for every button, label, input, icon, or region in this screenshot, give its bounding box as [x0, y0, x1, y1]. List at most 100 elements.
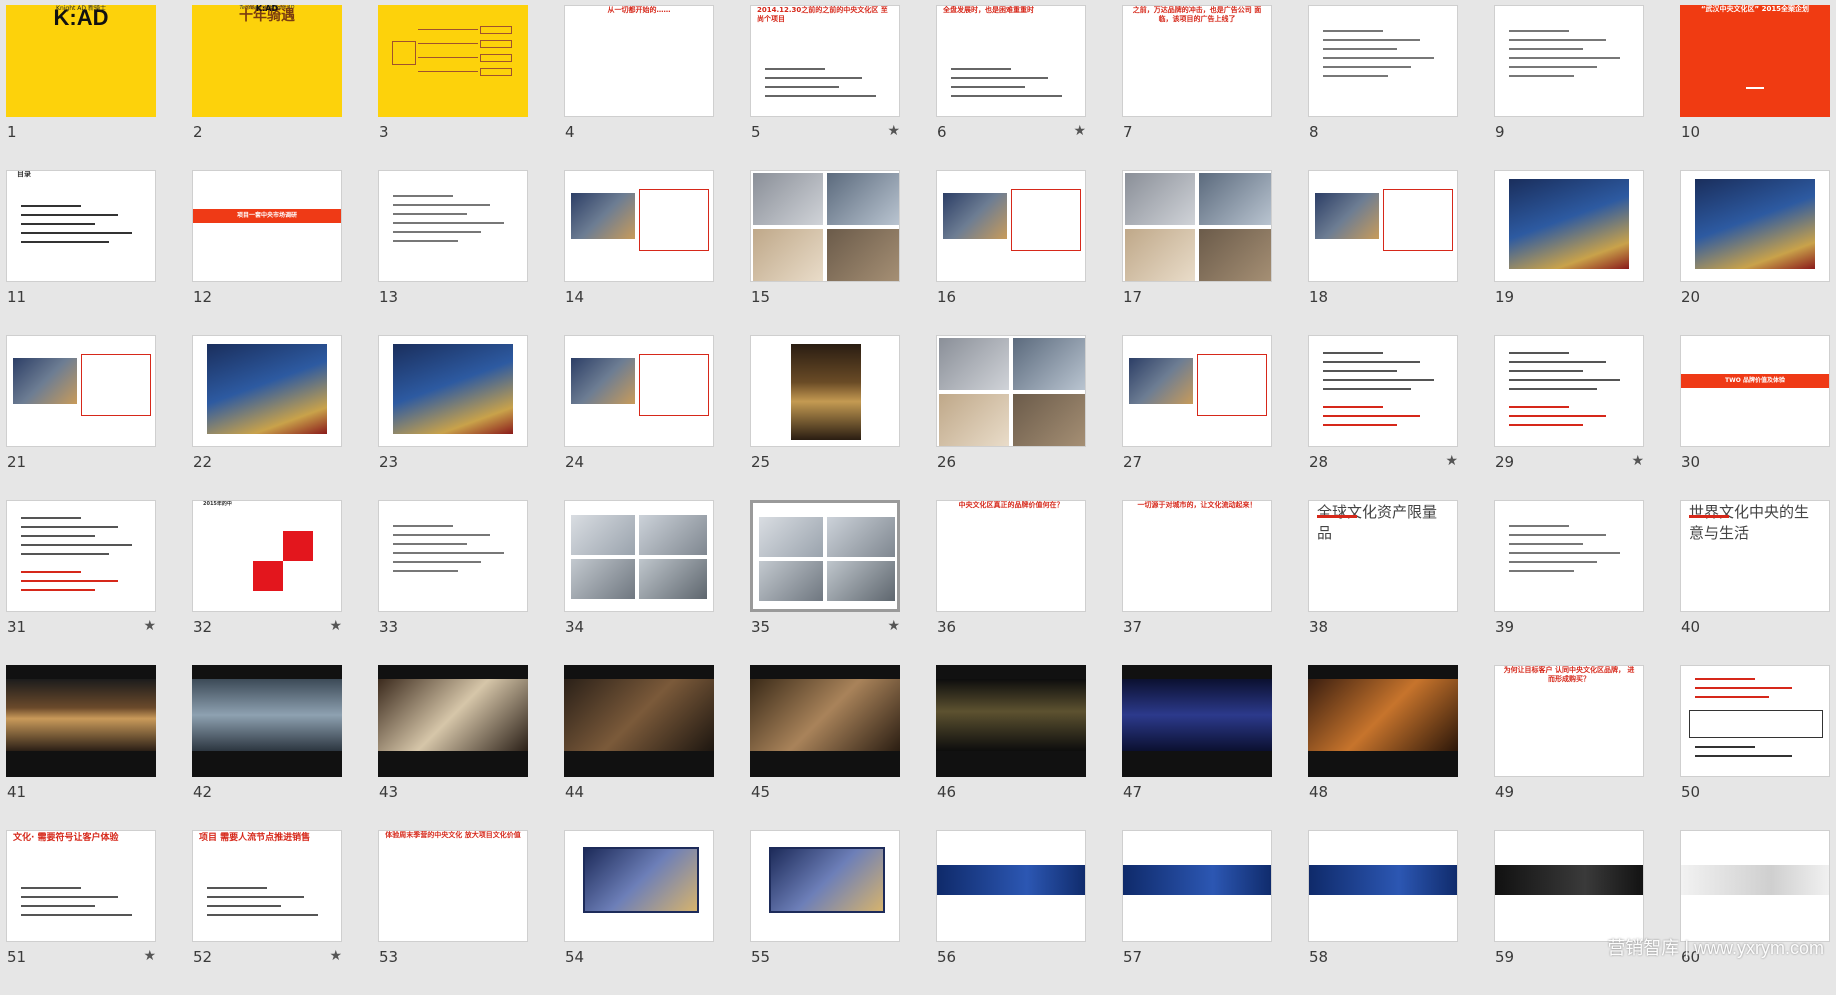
slide-thumbnail[interactable]: 44 — [564, 665, 716, 830]
slide-preview[interactable] — [564, 830, 714, 942]
slide-thumbnail[interactable]: 48 — [1308, 665, 1460, 830]
slide-thumbnail[interactable]: 60 — [1680, 830, 1832, 995]
slide-thumbnail[interactable]: 8 — [1308, 5, 1460, 170]
slide-preview[interactable]: 中央文化区真正的品牌价值何在？ — [936, 500, 1086, 612]
slide-thumbnail[interactable]: 25 — [750, 335, 902, 500]
slide-preview[interactable]: 项目一套中央市场调研 — [192, 170, 342, 282]
slide-preview[interactable] — [192, 665, 342, 777]
slide-thumbnail[interactable]: 34 — [564, 500, 716, 665]
slide-preview[interactable] — [1308, 335, 1458, 447]
slide-preview[interactable] — [936, 830, 1086, 942]
slide-thumbnail[interactable]: 45 — [750, 665, 902, 830]
slide-thumbnail[interactable]: 28 ★ — [1308, 335, 1460, 500]
slide-thumbnail[interactable]: 17 — [1122, 170, 1274, 335]
slide-thumbnail[interactable]: 3 — [378, 5, 530, 170]
slide-preview[interactable] — [1494, 5, 1644, 117]
slide-thumbnail[interactable]: 23 — [378, 335, 530, 500]
slide-thumbnail[interactable]: 33 — [378, 500, 530, 665]
slide-preview[interactable]: 文化· 需要符号让客户体验 — [6, 830, 156, 942]
slide-thumbnail[interactable]: 14 — [564, 170, 716, 335]
slide-preview[interactable] — [378, 170, 528, 282]
slide-preview[interactable]: 项目 需要人流节点推进销售 — [192, 830, 342, 942]
slide-preview[interactable] — [378, 335, 528, 447]
slide-thumbnail[interactable]: 50 — [1680, 665, 1832, 830]
slide-thumbnail[interactable]: 59 — [1494, 830, 1646, 995]
slide-thumbnail[interactable]: 全球文化资产限量品 38 — [1308, 500, 1460, 665]
slide-preview[interactable] — [378, 5, 528, 117]
slide-preview[interactable] — [936, 170, 1086, 282]
slide-preview[interactable]: K:AD Knight AD 新骑士 — [6, 5, 156, 117]
slide-thumbnail[interactable]: 项目 需要人流节点推进销售 52 ★ — [192, 830, 344, 995]
slide-thumbnail[interactable]: 之前，万达品牌的冲击，也是广告公司 面临，该项目的广告上线了 7 — [1122, 5, 1274, 170]
slide-preview[interactable] — [750, 500, 900, 612]
slide-thumbnail[interactable]: 29 ★ — [1494, 335, 1646, 500]
slide-preview[interactable] — [1494, 830, 1644, 942]
slide-preview[interactable]: 2014.12.30之前的之前的中央文化区 至尚个项目 — [750, 5, 900, 117]
slide-preview[interactable] — [936, 335, 1086, 447]
slide-thumbnail[interactable]: 世界文化中央的生意与生活 40 — [1680, 500, 1832, 665]
slide-thumbnail[interactable]: TenYears of Knight AD 十年骑遇 与城上升的一个时代 K:AD 2 — [192, 5, 344, 170]
slide-thumbnail[interactable]: 13 — [378, 170, 530, 335]
slide-thumbnail[interactable]: 9 — [1494, 5, 1646, 170]
slide-preview[interactable]: 之前，万达品牌的冲击，也是广告公司 面临，该项目的广告上线了 — [1122, 5, 1272, 117]
slide-preview[interactable]: 从一切都开始的…… — [564, 5, 714, 117]
slide-preview[interactable] — [6, 665, 156, 777]
slide-thumbnail[interactable]: 31 ★ — [6, 500, 158, 665]
slide-preview[interactable] — [1122, 170, 1272, 282]
slide-thumbnail[interactable]: TWO 品牌价值及体验 30 — [1680, 335, 1832, 500]
slide-preview[interactable] — [1680, 170, 1830, 282]
slide-thumbnail[interactable]: “武汉中央文化区” 2015全案企划 10 — [1680, 5, 1832, 170]
slide-preview[interactable] — [1494, 170, 1644, 282]
slide-thumbnail[interactable]: 43 — [378, 665, 530, 830]
slide-thumbnail[interactable]: 21 — [6, 335, 158, 500]
slide-thumbnail[interactable]: 46 — [936, 665, 1088, 830]
slide-thumbnail[interactable]: 为何让目标客户 认同中央文化区品牌， 进而形成购买？ 49 — [1494, 665, 1646, 830]
slide-preview[interactable]: “武汉中央文化区” 2015全案企划 — [1680, 5, 1830, 117]
slide-thumbnail[interactable]: 27 — [1122, 335, 1274, 500]
slide-preview[interactable] — [564, 170, 714, 282]
slide-preview[interactable] — [564, 335, 714, 447]
slide-preview[interactable]: 全球文化资产限量品 — [1308, 500, 1458, 612]
slide-preview[interactable] — [1308, 5, 1458, 117]
slide-thumbnail[interactable]: K:AD Knight AD 新骑士 1 — [6, 5, 158, 170]
slide-preview[interactable] — [1680, 830, 1830, 942]
slide-thumbnail[interactable]: 体验周末季营的中央文化 放大项目文化价值 53 — [378, 830, 530, 995]
slide-thumbnail[interactable]: 20 — [1680, 170, 1832, 335]
slide-thumbnail[interactable]: 16 — [936, 170, 1088, 335]
slide-thumbnail[interactable]: 35 ★ — [750, 500, 902, 665]
slide-thumbnail[interactable]: 2014.12.30之前的之前的中央文化区 至尚个项目 5 ★ — [750, 5, 902, 170]
slide-preview[interactable] — [750, 665, 900, 777]
slide-preview[interactable] — [1680, 665, 1830, 777]
slide-preview[interactable] — [1122, 335, 1272, 447]
slide-thumbnail[interactable]: 22 — [192, 335, 344, 500]
slide-thumbnail[interactable]: 一切源于对城市的，让文化流动起来！ 37 — [1122, 500, 1274, 665]
slide-thumbnail[interactable]: 目录 11 — [6, 170, 158, 335]
slide-preview[interactable]: 全盘发展时，也是困难重重时 — [936, 5, 1086, 117]
slide-thumbnail[interactable]: 47 — [1122, 665, 1274, 830]
slide-thumbnail[interactable]: 54 — [564, 830, 716, 995]
slide-thumbnail[interactable]: 24 — [564, 335, 716, 500]
slide-thumbnail[interactable]: 中央文化区真正的品牌价值何在？ 36 — [936, 500, 1088, 665]
slide-thumbnail[interactable]: 全盘发展时，也是困难重重时 6 ★ — [936, 5, 1088, 170]
slide-preview[interactable] — [750, 170, 900, 282]
slide-thumbnail[interactable]: 57 — [1122, 830, 1274, 995]
slide-preview[interactable] — [1122, 830, 1272, 942]
slide-thumbnail[interactable]: 56 — [936, 830, 1088, 995]
slide-thumbnail[interactable]: 文化· 需要符号让客户体验 51 ★ — [6, 830, 158, 995]
slide-preview[interactable] — [1494, 500, 1644, 612]
slide-preview[interactable]: TWO 品牌价值及体验 — [1680, 335, 1830, 447]
slide-preview[interactable]: 一切源于对城市的，让文化流动起来！ — [1122, 500, 1272, 612]
slide-preview[interactable]: 为何让目标客户 认同中央文化区品牌， 进而形成购买？ — [1494, 665, 1644, 777]
slide-preview[interactable] — [1122, 665, 1272, 777]
slide-preview[interactable] — [378, 500, 528, 612]
slide-preview[interactable]: 2015年的中 — [192, 500, 342, 612]
slide-preview[interactable] — [6, 500, 156, 612]
slide-thumbnail[interactable]: 42 — [192, 665, 344, 830]
slide-preview[interactable]: 目录 — [6, 170, 156, 282]
slide-preview[interactable]: 体验周末季营的中央文化 放大项目文化价值 — [378, 830, 528, 942]
slide-thumbnail[interactable]: 55 — [750, 830, 902, 995]
slide-preview[interactable]: TenYears of Knight AD 十年骑遇 与城上升的一个时代 K:AD — [192, 5, 342, 117]
slide-thumbnail[interactable]: 从一切都开始的…… 4 — [564, 5, 716, 170]
slide-preview[interactable] — [564, 665, 714, 777]
slide-thumbnail[interactable]: 2015年的中 32 ★ — [192, 500, 344, 665]
